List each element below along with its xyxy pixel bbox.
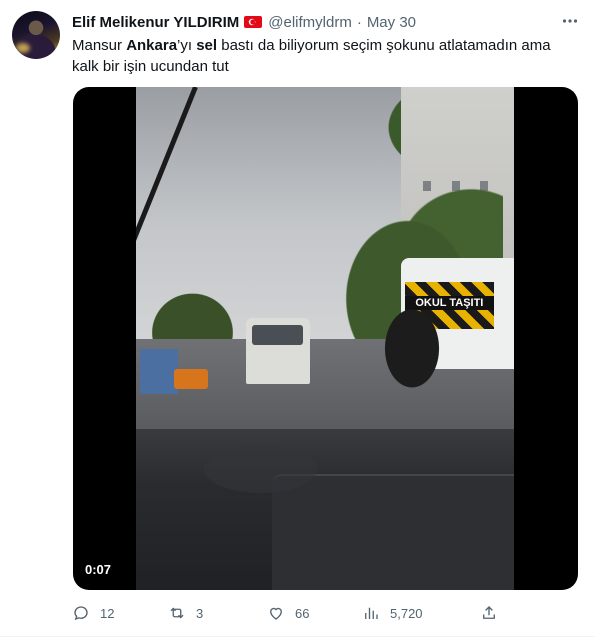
reply-button[interactable]: 12 xyxy=(72,602,114,624)
tweet-text-bold-sel: sel xyxy=(196,37,218,54)
video-frame: OKUL TAŞITI xyxy=(136,87,514,590)
tweet-text-part: Mansur xyxy=(72,37,127,54)
video-motorcycle xyxy=(370,308,454,409)
tweet-actions: 12 3 66 5,720 xyxy=(72,602,512,624)
video-player[interactable]: OKUL TAŞITI 0:07 xyxy=(73,87,578,590)
avatar[interactable] xyxy=(12,11,60,59)
heart-icon xyxy=(270,607,282,620)
views-chart-icon xyxy=(365,607,378,619)
views-button[interactable]: 5,720 xyxy=(362,602,423,624)
separator-dot: · xyxy=(356,13,362,31)
like-count: 66 xyxy=(295,605,310,621)
reply-count: 12 xyxy=(100,605,115,621)
video-timestamp: 0:07 xyxy=(85,562,112,577)
share-icon xyxy=(483,606,495,619)
author-handle[interactable]: @elifmyldrm xyxy=(268,14,352,31)
tweet-text-bold-ankara: Ankara xyxy=(126,37,178,54)
video-van xyxy=(245,318,310,384)
retweet-button[interactable]: 3 xyxy=(168,602,203,624)
author-name[interactable]: Elif Melikenur YILDIRIM xyxy=(72,14,239,31)
reply-icon xyxy=(74,606,88,621)
video-car xyxy=(173,368,208,389)
video-dashboard xyxy=(136,429,514,590)
turkey-flag-icon xyxy=(244,16,263,28)
tweet[interactable]: Elif Melikenur YILDIRIM @elifmyldrm · Ma… xyxy=(0,0,595,637)
more-options-icon[interactable] xyxy=(559,10,581,32)
tweet-text-part: ’yı xyxy=(177,37,197,54)
tweet-text: Mansur Ankara’yı sel bastı da biliyorum … xyxy=(72,35,572,77)
tweet-date[interactable]: May 30 xyxy=(367,14,416,31)
tweet-header: Elif Melikenur YILDIRIM @elifmyldrm · Ma… xyxy=(72,12,581,32)
retweet-icon xyxy=(170,607,184,619)
share-button[interactable] xyxy=(480,602,498,624)
video-bus xyxy=(139,348,178,394)
retweet-count: 3 xyxy=(196,605,204,621)
view-count: 5,720 xyxy=(390,605,423,621)
like-button[interactable]: 66 xyxy=(267,602,309,624)
